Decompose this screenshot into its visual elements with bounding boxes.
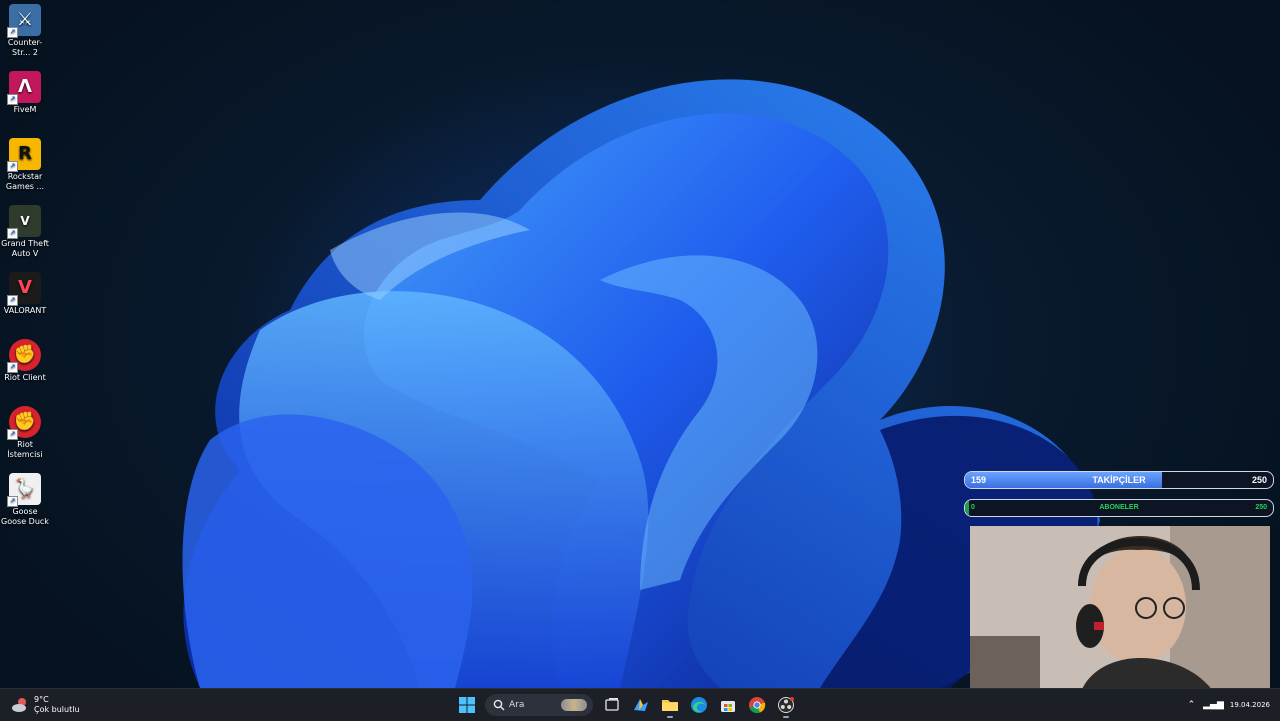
edge-button[interactable]: [686, 692, 712, 718]
system-tray: ⌃ ▂▄▆ 19.04.2026: [1188, 689, 1270, 721]
search-highlight-icon: [561, 699, 587, 711]
search-icon: [493, 699, 505, 711]
desktop-icon-gta-v[interactable]: V ↗ Grand Theft Auto V: [0, 201, 50, 259]
weather-widget[interactable]: 9°C Çok bulutlu: [10, 692, 80, 718]
shortcut-arrow-icon: ↗: [7, 94, 18, 105]
subscribers-goal: 250: [1255, 504, 1267, 511]
file-explorer-icon: [661, 700, 678, 711]
desktop-icon-valorant[interactable]: V ↗ VALORANT: [0, 268, 50, 316]
shortcut-arrow-icon: ↗: [7, 27, 18, 38]
valorant-icon: V ↗: [7, 272, 41, 306]
file-explorer-button[interactable]: [657, 692, 683, 718]
clock-date[interactable]: 19.04.2026: [1230, 701, 1270, 709]
goose-goose-duck-icon: 🪿 ↗: [7, 473, 41, 507]
tray-chevron-icon[interactable]: ⌃: [1188, 700, 1196, 710]
webcam-feed: [970, 526, 1270, 694]
store-icon: [720, 701, 735, 712]
shortcut-arrow-icon: ↗: [7, 429, 18, 440]
streamer-silhouette: [970, 526, 1270, 694]
riot-client-icon: ✊ ↗: [7, 339, 41, 373]
desktop-icon-label: Riot Client: [4, 373, 46, 382]
shortcut-arrow-icon: ↗: [7, 496, 18, 507]
gta-v-icon: V ↗: [7, 205, 41, 239]
subscribers-goal-bar: 0 ABONELER 250: [964, 499, 1274, 517]
search-placeholder: Ara: [509, 700, 525, 710]
riot-client-icon: ✊ ↗: [7, 406, 41, 440]
desktop-icon-label: FiveM: [13, 105, 37, 114]
desktop-icon-label: VALORANT: [3, 306, 47, 315]
desktop-icon-riot-istemcisi[interactable]: ✊ ↗ Riot İstemcisi: [0, 402, 50, 460]
network-icon[interactable]: ▂▄▆: [1203, 700, 1224, 710]
desktop-icon-label: Rockstar Games ...: [5, 172, 45, 191]
chrome-button[interactable]: [744, 692, 770, 718]
shortcut-arrow-icon: ↗: [7, 362, 18, 373]
taskbar-search-box[interactable]: Ara: [485, 694, 593, 716]
followers-goal-bar: 159 TAKİPÇİLER 250: [964, 471, 1274, 489]
task-view-icon: [604, 698, 619, 711]
shortcut-arrow-icon: ↗: [7, 228, 18, 239]
obs-icon: [777, 697, 794, 713]
edge-icon: [690, 697, 707, 713]
start-icon: [458, 697, 475, 713]
subscribers-label: ABONELER: [1099, 504, 1139, 511]
desktop-icon-rockstar[interactable]: R ↗ Rockstar Games ...: [0, 134, 50, 192]
cloudy-weather-icon: [10, 695, 30, 715]
shortcut-arrow-icon: ↗: [7, 295, 18, 306]
start-button[interactable]: [454, 692, 480, 718]
counter-strike-icon: ⚔ ↗: [7, 4, 41, 38]
desktop-icon-goose-goose-duck[interactable]: 🪿 ↗ Goose Goose Duck: [0, 469, 50, 527]
obs-button[interactable]: [773, 692, 799, 718]
widgets-icon: [633, 699, 648, 711]
followers-label: TAKİPÇİLER: [1092, 475, 1146, 485]
desktop-icon-label: Riot İstemcisi: [7, 440, 43, 459]
weather-condition: Çok bulutlu: [34, 705, 80, 714]
rockstar-icon: R ↗: [7, 138, 41, 172]
taskbar: 9°C Çok bulutlu Ara ⌃ ▂▄▆ 19.04.2026: [0, 688, 1280, 721]
desktop-icon-label: Grand Theft Auto V: [1, 239, 49, 258]
desktop-icon-label: Counter-Str... 2: [7, 38, 43, 57]
desktop-icon-counter-strike[interactable]: ⚔ ↗ Counter-Str... 2: [0, 0, 50, 58]
fivem-icon: Λ ↗: [7, 71, 41, 105]
taskbar-pinned-apps: Ara: [452, 689, 800, 721]
widgets-button[interactable]: [628, 692, 654, 718]
followers-goal: 250: [1251, 475, 1267, 485]
desktop-icon-fivem[interactable]: Λ ↗ FiveM: [0, 67, 50, 115]
desktop-icon-riot-client[interactable]: ✊ ↗ Riot Client: [0, 335, 50, 383]
store-button[interactable]: [715, 692, 741, 718]
desktop-icon-label: Goose Goose Duck: [1, 507, 49, 526]
shortcut-arrow-icon: ↗: [7, 161, 18, 172]
weather-temperature: 9°C: [34, 695, 49, 704]
task-view-button[interactable]: [599, 692, 625, 718]
chrome-icon: [748, 697, 765, 714]
